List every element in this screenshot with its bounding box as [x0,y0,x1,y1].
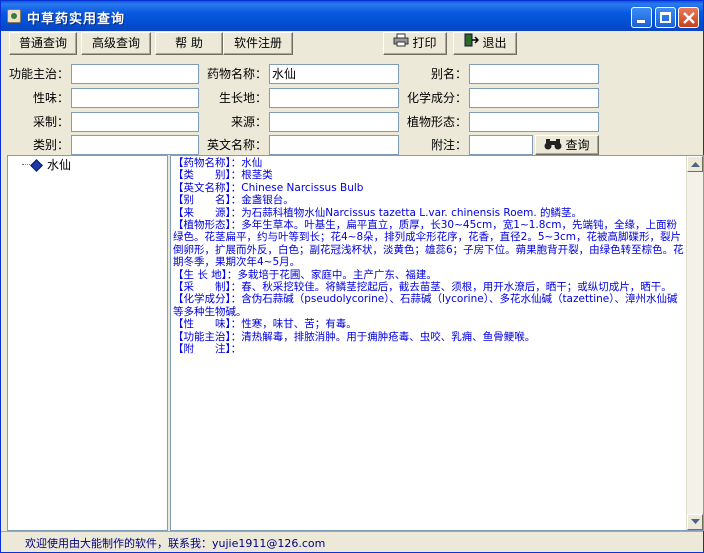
morph-label: 植物形态： [406,115,467,129]
chem-input[interactable] [469,88,599,108]
habitat-label: 生长地： [218,91,267,105]
function-label: 功能主治： [9,67,70,81]
function-input[interactable] [71,64,199,84]
scroll-down-button[interactable] [687,514,703,530]
printer-icon [393,33,409,54]
app-icon [7,9,21,23]
arrow-down-icon [691,519,700,524]
title-bar[interactable]: 中草药实用查询 [1,1,703,31]
english-name-input[interactable] [269,135,399,155]
morph-input[interactable] [469,112,599,132]
minimize-button[interactable] [631,7,652,28]
alias-input[interactable] [469,64,599,84]
binoculars-icon [544,137,562,155]
taste-input[interactable] [71,88,199,108]
status-text: 欢迎使用由大能制作的软件，联系我：yujie1911@126.com [25,537,326,550]
detail-text: 【药物名称】：水仙 【类 别】：根茎类 【英文名称】：Chinese Narci… [173,157,684,356]
harvest-input[interactable] [71,112,199,132]
herb-tree[interactable]: 水仙 [7,155,168,531]
window-title: 中草药实用查询 [27,12,126,27]
note-input[interactable] [469,135,533,155]
search-button[interactable]: 查询 [535,135,599,155]
exit-button[interactable]: 退出 [453,32,517,55]
minimize-icon [637,20,645,23]
category-label: 类别： [32,138,69,152]
print-button[interactable]: 打印 [383,32,447,55]
status-bar: 欢迎使用由大能制作的软件，联系我：yujie1911@126.com [1,531,703,552]
search-label: 查询 [565,138,590,152]
drug-name-input[interactable]: 水仙 [269,64,399,84]
maximize-icon [660,12,671,23]
print-label: 打印 [412,36,437,50]
source-input[interactable] [269,112,399,132]
close-icon [683,12,695,24]
habitat-input[interactable] [269,88,399,108]
normal-query-button[interactable]: 普通查询 [9,32,77,55]
note-label: 附注： [430,138,467,152]
tree-node-icon [30,159,43,172]
main-window: 中草药实用查询 普通查询 高级查询 帮 助 软件注册 打印 退出 功能主治： 性… [0,0,704,553]
help-button[interactable]: 帮 助 [155,32,223,55]
close-button[interactable] [678,7,699,28]
exit-door-icon [463,33,480,54]
vertical-scrollbar[interactable] [686,156,703,530]
drug-name-label: 药物名称： [206,67,267,81]
exit-label: 退出 [482,36,507,50]
alias-label: 别名： [430,67,467,81]
english-name-label: 英文名称： [206,138,267,152]
scroll-up-button[interactable] [687,156,703,172]
category-input[interactable] [71,135,199,155]
chem-label: 化学成分： [406,91,467,105]
source-label: 来源： [230,115,267,129]
detail-panel[interactable]: 【药物名称】：水仙 【类 别】：根茎类 【英文名称】：Chinese Narci… [170,155,704,531]
tree-item[interactable]: 水仙 [30,157,71,173]
arrow-up-icon [691,162,700,167]
harvest-label: 采制： [32,115,69,129]
taste-label: 性味： [32,91,69,105]
advanced-query-button[interactable]: 高级查询 [81,32,151,55]
toolbar: 普通查询 高级查询 帮 助 软件注册 打印 退出 [5,32,701,58]
tree-item-label: 水仙 [47,158,72,172]
maximize-button[interactable] [655,7,676,28]
register-button[interactable]: 软件注册 [223,32,293,55]
